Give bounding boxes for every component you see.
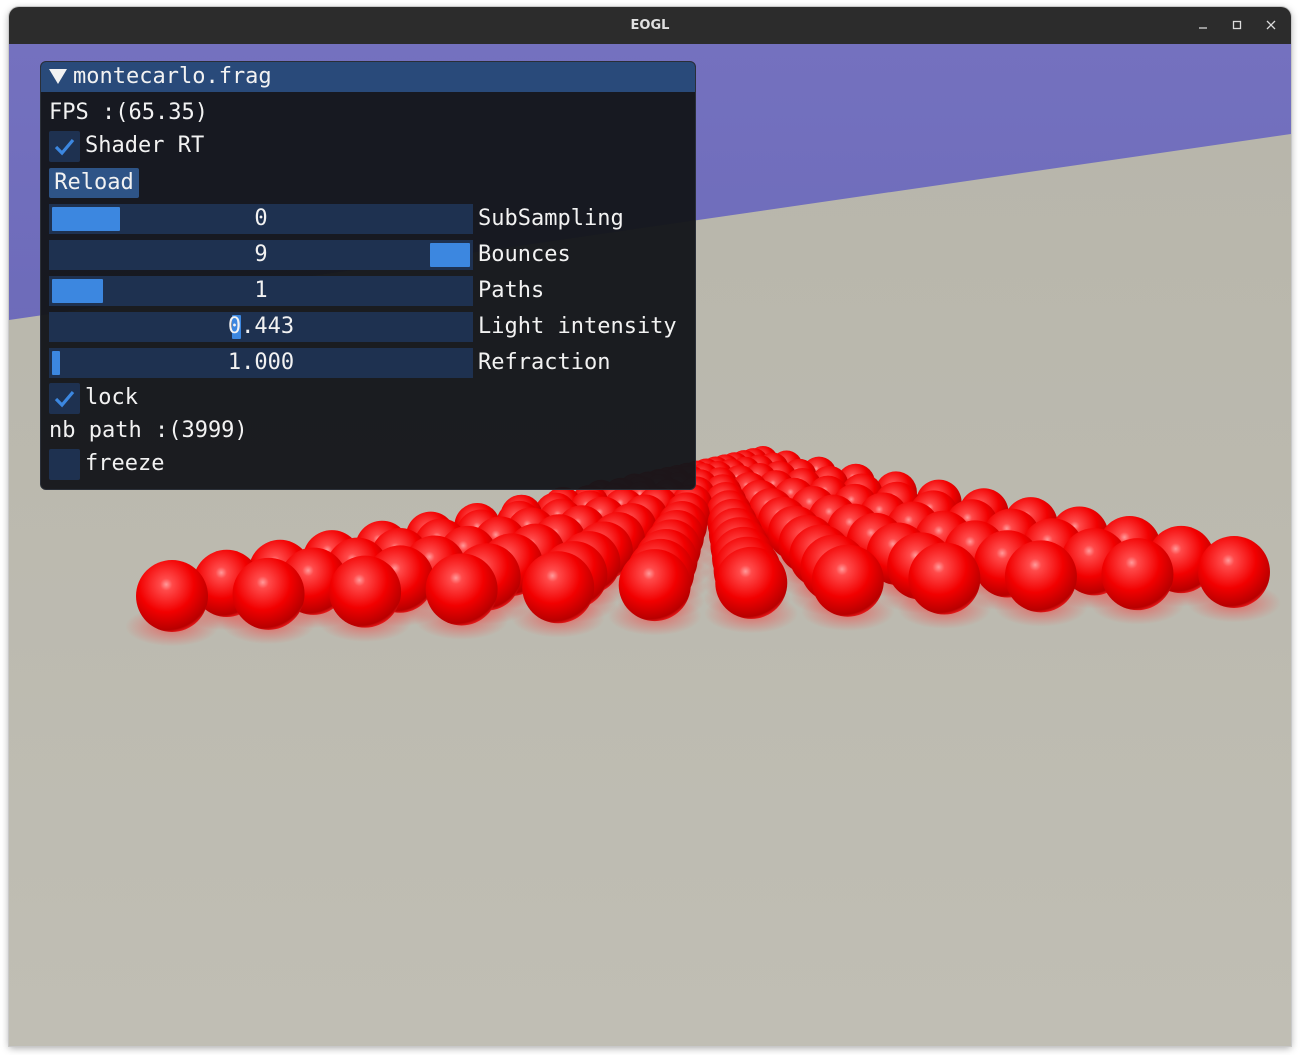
minimize-icon	[1199, 27, 1207, 29]
paths-slider[interactable]: 1	[49, 276, 473, 306]
slider-label: Light intensity	[478, 314, 677, 339]
slider-label: Bounces	[478, 242, 571, 267]
title-bar[interactable]: EOGL	[9, 7, 1291, 44]
refraction-slider[interactable]: 1.000	[49, 348, 473, 378]
minimize-button[interactable]	[1191, 13, 1215, 37]
bounces-slider[interactable]: 9	[49, 240, 473, 270]
slider-value: 1	[254, 278, 268, 303]
red-sphere	[136, 560, 208, 632]
panel-title: montecarlo.frag	[73, 64, 272, 89]
red-sphere	[811, 544, 884, 617]
lock-checkbox[interactable]	[49, 383, 80, 414]
checkmark-icon	[54, 138, 75, 156]
slider-label: Refraction	[478, 350, 611, 375]
maximize-button[interactable]	[1225, 13, 1249, 37]
slider-value: 1.000	[227, 350, 295, 375]
window-title: EOGL	[630, 18, 670, 33]
red-sphere	[425, 553, 498, 626]
slider-value: 9	[254, 242, 268, 267]
slider-label: Paths	[478, 278, 545, 303]
red-sphere	[232, 557, 305, 630]
shader-rt-label: Shader RT	[85, 133, 205, 158]
close-button[interactable]	[1259, 13, 1283, 37]
red-sphere	[1198, 536, 1270, 608]
maximize-icon	[1232, 20, 1242, 30]
reload-button[interactable]: Reload	[49, 168, 139, 198]
freeze-label: freeze	[85, 451, 165, 476]
checkmark-icon	[54, 390, 75, 408]
app-window: EOGL montecarlo.frag FPS:(65.35) Shader…	[9, 7, 1291, 1046]
red-sphere	[618, 549, 691, 622]
panel-title-bar[interactable]: montecarlo.frag	[41, 62, 695, 92]
red-sphere	[329, 555, 402, 628]
red-sphere	[1004, 540, 1077, 613]
red-sphere	[1101, 538, 1174, 611]
subsampling-slider[interactable]: 0	[49, 204, 473, 234]
lock-label: lock	[85, 385, 138, 410]
slider-label: SubSampling	[478, 206, 624, 231]
fps-readout: FPS :(65.35)	[49, 100, 208, 125]
light-intensity-slider[interactable]: 0.443	[49, 312, 473, 342]
freeze-checkbox[interactable]	[49, 449, 80, 480]
close-icon	[1266, 20, 1276, 30]
slider-value: 0.443	[227, 314, 295, 339]
shader-rt-checkbox[interactable]	[49, 131, 80, 162]
slider-value: 0	[254, 206, 268, 231]
red-sphere	[522, 551, 595, 624]
red-sphere	[908, 542, 981, 615]
red-sphere	[715, 546, 788, 619]
collapse-arrow-icon[interactable]	[49, 69, 67, 84]
imgui-panel[interactable]: montecarlo.frag FPS :(65.35) Shader RT R…	[40, 61, 696, 490]
nb-path-readout: nb path :(3999)	[49, 418, 248, 443]
